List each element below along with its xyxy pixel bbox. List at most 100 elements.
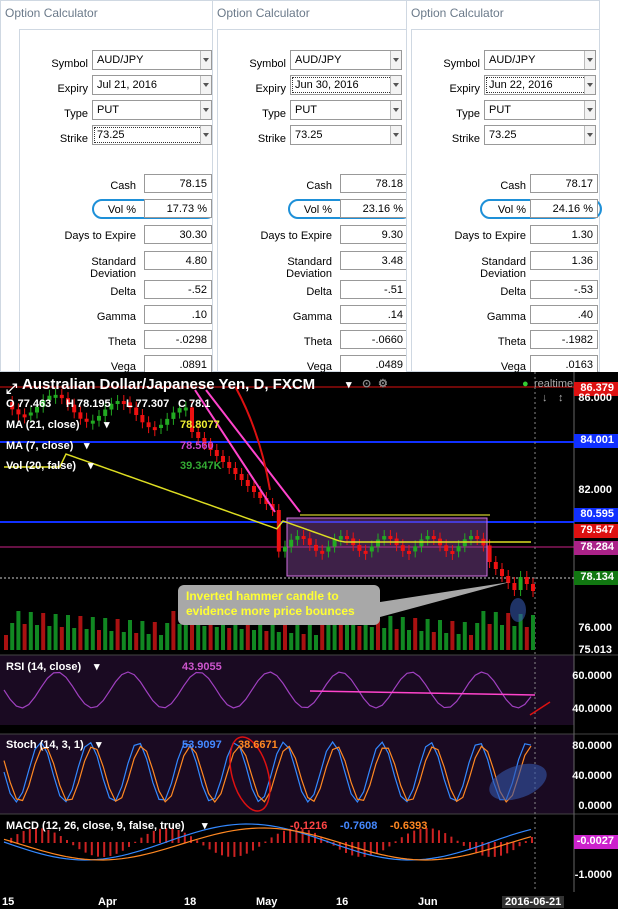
price-chart[interactable]: ⤢ Australian Dollar/Japanese Yen, D, FXC… (0, 372, 618, 909)
chevron-down-icon[interactable] (390, 101, 401, 119)
chevron-down-icon[interactable] (200, 51, 211, 69)
vol-label: Vol % (303, 204, 332, 216)
stddev-field[interactable]: 4.80 (144, 251, 212, 270)
volume-bar (227, 628, 232, 650)
candle-body (425, 536, 430, 540)
chevron-down-icon[interactable] (200, 126, 211, 144)
cash-field[interactable]: 78.18 (340, 174, 408, 193)
candle-body (382, 536, 387, 540)
symbol-value: AUD/JPY (97, 54, 144, 66)
volume-bar (78, 616, 83, 650)
callout-pointer (380, 582, 510, 617)
chevron-down-icon[interactable]: ▾ (202, 819, 208, 832)
chevron-down-icon[interactable] (200, 76, 211, 94)
strike-select[interactable]: 73.25 (290, 125, 402, 145)
strike-select[interactable]: 73.25 (484, 125, 596, 145)
strike-select[interactable]: 73.25 (92, 125, 212, 145)
volume-bar (407, 630, 411, 650)
type-label: Type (456, 108, 480, 120)
gamma-label: Gamma (486, 311, 526, 323)
days-field[interactable]: 1.30 (530, 225, 598, 244)
chevron-down-icon[interactable] (390, 51, 401, 69)
chevron-down-icon[interactable] (584, 76, 595, 94)
expiry-select[interactable]: Jun 22, 2016 (484, 75, 596, 95)
chevron-down-icon[interactable]: ▾ (84, 439, 90, 452)
chevron-down-icon[interactable] (390, 76, 401, 94)
chevron-down-icon[interactable]: ▾ (88, 459, 94, 472)
arrow-updown-icon[interactable]: ↕ (558, 392, 564, 404)
stddev-label: Standard Deviation (90, 256, 136, 280)
arrow-down-icon[interactable]: ↓ (542, 392, 548, 404)
chevron-down-icon[interactable]: ▾ (94, 660, 100, 673)
chevron-down-icon[interactable] (390, 126, 401, 144)
gear-icon[interactable]: ⚙ (378, 377, 388, 390)
stddev-field[interactable]: 1.36 (530, 251, 598, 270)
chevron-down-icon[interactable] (584, 51, 595, 69)
theta-field[interactable]: -.0660 (340, 330, 408, 349)
delta-field[interactable]: -.51 (340, 280, 408, 299)
delta-field[interactable]: -.53 (530, 280, 598, 299)
stoch-label[interactable]: Stoch (14, 3, 1) (6, 739, 84, 751)
type-select[interactable]: PUT (290, 100, 402, 120)
macd-hist-bar (72, 842, 75, 846)
theta-field[interactable]: -.1982 (530, 330, 598, 349)
candle-body (103, 409, 108, 416)
stddev-field[interactable]: 3.48 (340, 251, 408, 270)
gamma-label: Gamma (292, 311, 332, 323)
gamma-field[interactable]: .40 (530, 305, 598, 324)
chevron-down-icon[interactable]: ▾ (104, 418, 110, 431)
delta-field[interactable]: -.52 (144, 280, 212, 299)
rsi-label[interactable]: RSI (14, close) (6, 661, 81, 673)
vol20-label[interactable]: Vol (20, false) (6, 460, 76, 472)
vol-field[interactable]: 24.16 % (530, 199, 598, 218)
candle-body (159, 424, 163, 428)
macd-label[interactable]: MACD (12, 26, close, 9, false, true) (6, 820, 185, 832)
gamma-field[interactable]: .14 (340, 305, 408, 324)
chevron-down-icon[interactable] (584, 126, 595, 144)
symbol-select[interactable]: AUD/JPY (484, 50, 596, 70)
type-select[interactable]: PUT (92, 100, 212, 120)
cash-field[interactable]: 78.15 (144, 174, 212, 193)
ma7-value: 78.560 (180, 440, 214, 452)
ma21-label[interactable]: MA (21, close) (6, 419, 80, 431)
volume-bar (531, 615, 535, 650)
volume-bar (109, 631, 114, 650)
candle-body (283, 546, 287, 552)
days-field[interactable]: 30.30 (144, 225, 212, 244)
days-field[interactable]: 9.30 (340, 225, 408, 244)
theta-field[interactable]: -.0298 (144, 330, 212, 349)
candle-body (22, 414, 27, 418)
volume-bar (115, 619, 120, 650)
vol-field[interactable]: 17.73 % (144, 199, 212, 218)
volume-bar (413, 618, 418, 650)
macd-hist-bar (22, 831, 25, 843)
volume-bar (190, 625, 194, 650)
chevron-down-icon[interactable] (200, 101, 211, 119)
collapse-icon[interactable]: ⤢ (6, 380, 17, 397)
candle-body (512, 583, 517, 590)
cash-field[interactable]: 78.17 (530, 174, 598, 193)
chevron-down-icon[interactable]: ▾ (346, 378, 352, 391)
chevron-down-icon[interactable] (584, 101, 595, 119)
chevron-down-icon[interactable]: ▾ (96, 738, 102, 751)
symbol-select[interactable]: AUD/JPY (290, 50, 402, 70)
option-calculator-1: Option Calculator Symbol AUD/JPY Expiry … (0, 0, 216, 374)
expiry-select[interactable]: Jul 21, 2016 (92, 75, 212, 95)
macd-hist-bar (121, 842, 124, 851)
type-select[interactable]: PUT (484, 100, 596, 120)
settings-icon[interactable]: ⊙ (362, 377, 371, 390)
symbol-select[interactable]: AUD/JPY (92, 50, 212, 70)
ma7-label[interactable]: MA (7, close) (6, 440, 73, 452)
candle-body (357, 545, 362, 551)
candle-body (314, 544, 318, 551)
expiry-select[interactable]: Jun 30, 2016 (290, 75, 402, 95)
type-value: PUT (295, 104, 317, 116)
candle-body (493, 562, 498, 569)
candle-body (332, 539, 337, 547)
symbol-label: Symbol (51, 58, 88, 70)
macd-hist-bar (456, 840, 459, 843)
gamma-field[interactable]: .10 (144, 305, 212, 324)
vol-field[interactable]: 23.16 % (340, 199, 408, 218)
volume-bar (388, 616, 393, 650)
macd-hist-bar (438, 830, 440, 843)
